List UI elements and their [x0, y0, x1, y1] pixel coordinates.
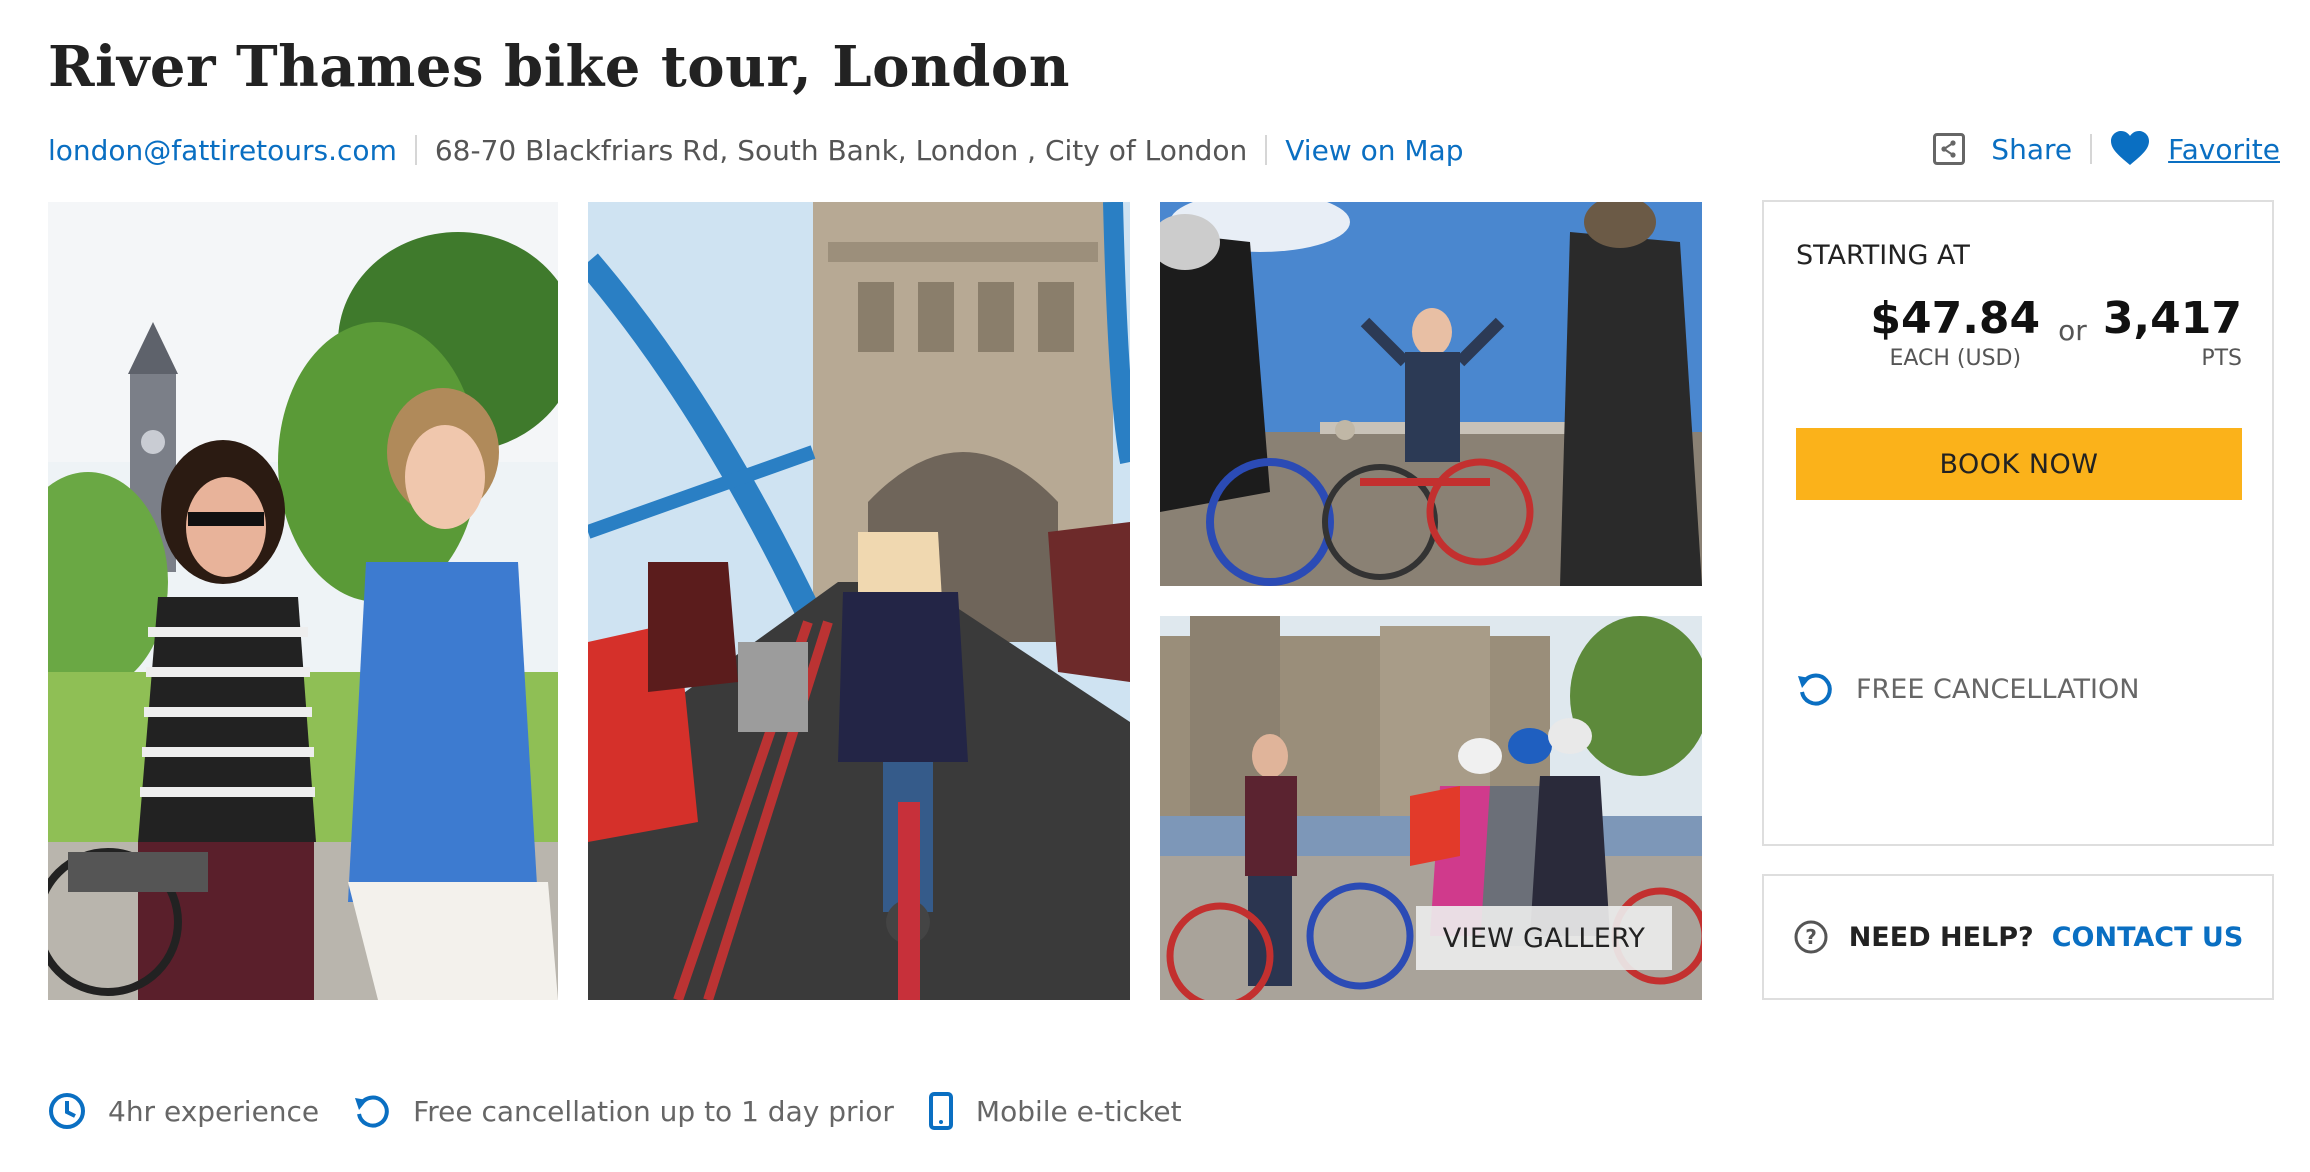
divider [1265, 135, 1268, 165]
listing-actions: Share Favorite [1933, 125, 2280, 173]
clock-icon [49, 1093, 85, 1129]
undo-icon [355, 1095, 389, 1128]
price-note: EACH (USD) [1889, 346, 2022, 371]
need-help-label: NEED HELP? [1848, 921, 2034, 953]
listing-info-bar: london@fattiretours.com 68-70 Blackfriar… [48, 130, 1463, 170]
photo-guide-riverside[interactable] [1160, 202, 1702, 586]
view-gallery-button[interactable]: VIEW GALLERY [1416, 906, 1672, 970]
favorite-link[interactable]: Favorite [2168, 133, 2280, 166]
price-value: $47.84 [1870, 293, 2041, 344]
address-region: , City of London [1027, 133, 1248, 167]
feature-item: 4hr experience [48, 1092, 319, 1130]
question-icon: ? [1794, 920, 1828, 954]
feature-label: Mobile e-ticket [975, 1094, 1182, 1128]
starting-at-label: STARTING AT [1796, 240, 1970, 271]
address-street: 68-70 Blackfriars Rd, South Bank, [434, 133, 907, 167]
points-note: PTS [2201, 346, 2242, 371]
heart-icon[interactable] [2110, 131, 2150, 167]
page-title: River Thames bike tour, London [48, 34, 1070, 100]
photo-tower-bridge[interactable] [588, 202, 1130, 1000]
book-now-button[interactable]: BOOK NOW [1796, 428, 2242, 500]
undo-icon [1798, 673, 1832, 706]
booking-panel: STARTING AT $47.84 EACH (USD) or 3,417 P… [1762, 200, 2274, 846]
share-button[interactable]: Share [1991, 133, 2072, 166]
price-row: $47.84 EACH (USD) or 3,417 PTS [1870, 292, 2242, 371]
share-icon[interactable] [1933, 133, 1966, 165]
email-link[interactable]: london@fattiretours.com [48, 134, 397, 167]
help-panel: ? NEED HELP? CONTACT US [1762, 874, 2274, 1000]
view-on-map-link[interactable]: View on Map [1285, 134, 1463, 167]
contact-us-link[interactable]: CONTACT US [2052, 922, 2244, 953]
mobile-icon [928, 1092, 953, 1130]
feature-list: 4hr experience Free cancellation up to 1… [48, 1088, 1216, 1134]
divider [2090, 134, 2093, 164]
address-city: London [915, 133, 1019, 167]
free-cancellation: FREE CANCELLATION [1796, 670, 2139, 708]
feature-item: Free cancellation up to 1 day prior [353, 1092, 894, 1130]
photo-women-with-bikes[interactable] [48, 202, 558, 1000]
svg-text:?: ? [1805, 925, 1817, 949]
divider [414, 135, 417, 165]
feature-label: Free cancellation up to 1 day prior [413, 1094, 894, 1128]
or-label: or [2058, 314, 2087, 347]
free-cancellation-label: FREE CANCELLATION [1856, 673, 2140, 705]
feature-label: 4hr experience [108, 1094, 320, 1128]
points-value: 3,417 [2102, 293, 2242, 344]
feature-item: Mobile e-ticket [928, 1092, 1182, 1130]
